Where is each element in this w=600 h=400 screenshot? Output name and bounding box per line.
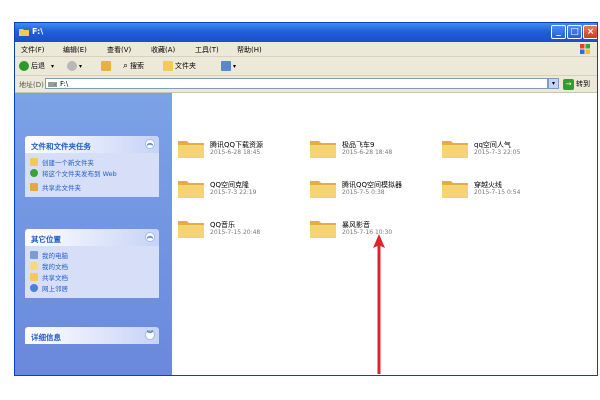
address-dropdown-button[interactable]: ▾ bbox=[548, 78, 559, 89]
folder-icon bbox=[310, 141, 336, 158]
toolbar: 后退 ▾ ▾ ⌕ 搜索 文件夹 ▾ bbox=[15, 57, 597, 76]
annotation-arrow bbox=[373, 234, 385, 374]
details-panel: 详细信息 ︾ bbox=[25, 327, 159, 344]
up-folder-button[interactable] bbox=[101, 60, 113, 72]
back-button[interactable]: 后退 ▾ bbox=[19, 60, 54, 72]
task-share-folder[interactable]: 共享此文件夹 bbox=[25, 182, 159, 193]
menu-edit[interactable]: 编辑(E) bbox=[63, 45, 87, 55]
back-arrow-icon bbox=[19, 61, 29, 71]
folder-icon bbox=[19, 29, 29, 36]
folder-item[interactable]: QQ音乐 2015-7-15 20:48 bbox=[177, 213, 307, 243]
menu-bar: 文件(F) 编辑(E) 查看(V) 收藏(A) 工具(T) 帮助(H) bbox=[15, 42, 597, 57]
folder-icon bbox=[442, 141, 468, 158]
menu-view[interactable]: 查看(V) bbox=[107, 45, 131, 55]
address-bar: 地址(D) F:\ ▾ → 转到 bbox=[15, 76, 597, 93]
collapse-icon[interactable]: ︽ bbox=[145, 232, 155, 242]
publish-web-icon bbox=[30, 169, 38, 177]
folder-item[interactable]: 腾讯QQ下载资源 2015-6-28 18:45 bbox=[177, 133, 307, 163]
folder-icon bbox=[178, 221, 204, 238]
search-icon: ⌕ bbox=[123, 61, 129, 71]
menu-tools[interactable]: 工具(T) bbox=[195, 45, 219, 55]
address-value: F:\ bbox=[60, 80, 69, 88]
new-folder-icon bbox=[30, 158, 38, 166]
menu-file[interactable]: 文件(F) bbox=[21, 45, 45, 55]
drive-icon bbox=[48, 82, 57, 87]
place-my-computer[interactable]: 我的电脑 bbox=[25, 250, 159, 261]
forward-button[interactable]: ▾ bbox=[67, 60, 82, 72]
views-button[interactable]: ▾ bbox=[221, 60, 236, 72]
folder-icon bbox=[178, 181, 204, 198]
folders-icon bbox=[163, 61, 173, 71]
place-network[interactable]: 网上邻居 bbox=[25, 283, 159, 294]
explorer-window: F:\ _ □ × 文件(F) 编辑(E) 查看(V) 收藏(A) 工具(T) … bbox=[14, 22, 598, 376]
documents-icon bbox=[30, 262, 38, 270]
menu-help[interactable]: 帮助(H) bbox=[237, 45, 262, 55]
window-title: F:\ bbox=[32, 27, 44, 36]
folder-item[interactable]: qq空间人气 2015-7-3 22:05 bbox=[441, 133, 571, 163]
folder-item[interactable]: 腾讯QQ空间模拟器 2015-7-5 0:38 bbox=[309, 173, 439, 203]
folder-icon bbox=[310, 181, 336, 198]
folder-item[interactable]: 穿越火线 2015-7-15 0:54 bbox=[441, 173, 571, 203]
share-folder-icon bbox=[30, 183, 38, 191]
computer-icon bbox=[30, 251, 38, 259]
folder-icon bbox=[310, 221, 336, 238]
views-icon bbox=[221, 61, 231, 71]
maximize-button[interactable]: □ bbox=[567, 25, 582, 39]
folder-item[interactable]: 极品飞车9 2015-6-28 18:48 bbox=[309, 133, 439, 163]
folder-item[interactable]: QQ空间克隆 2015-7-3 22:19 bbox=[177, 173, 307, 203]
title-bar[interactable]: F:\ _ □ × bbox=[15, 23, 597, 42]
close-button[interactable]: × bbox=[583, 25, 597, 39]
folder-icon bbox=[178, 141, 204, 158]
search-button[interactable]: ⌕ 搜索 bbox=[123, 60, 144, 72]
minimize-button[interactable]: _ bbox=[551, 25, 566, 39]
address-input[interactable]: F:\ bbox=[45, 78, 548, 89]
views-dropdown-icon: ▾ bbox=[233, 62, 237, 70]
expand-icon[interactable]: ︾ bbox=[145, 330, 155, 340]
network-icon bbox=[30, 284, 38, 292]
place-shared-documents[interactable]: 共享文档 bbox=[25, 272, 159, 283]
collapse-icon[interactable]: ︽ bbox=[145, 139, 155, 149]
tasks-panel-header[interactable]: 文件和文件夹任务 ︽ bbox=[25, 136, 159, 153]
forward-dropdown-icon: ▾ bbox=[79, 62, 83, 70]
folder-icon bbox=[442, 181, 468, 198]
windows-logo-icon bbox=[580, 44, 590, 54]
places-panel-header[interactable]: 其它位置 ︽ bbox=[25, 229, 159, 246]
folders-button[interactable]: 文件夹 bbox=[163, 60, 196, 72]
tasks-panel: 文件和文件夹任务 ︽ 创建一个新文件夹 将这个文件夹发布到 Web 共享此文件夹 bbox=[25, 136, 159, 197]
up-folder-icon bbox=[101, 61, 111, 71]
task-publish-web[interactable]: 将这个文件夹发布到 Web bbox=[25, 168, 159, 179]
back-dropdown-icon[interactable]: ▾ bbox=[51, 63, 54, 70]
go-arrow-icon: → bbox=[563, 78, 574, 90]
forward-arrow-icon bbox=[67, 61, 77, 71]
go-button[interactable]: → 转到 bbox=[563, 78, 590, 90]
menu-favorites[interactable]: 收藏(A) bbox=[151, 45, 175, 55]
details-panel-header[interactable]: 详细信息 ︾ bbox=[25, 327, 159, 344]
places-panel: 其它位置 ︽ 我的电脑 我的文档 共享文档 网上邻居 bbox=[25, 229, 159, 298]
task-new-folder[interactable]: 创建一个新文件夹 bbox=[25, 157, 159, 168]
task-pane: 文件和文件夹任务 ︽ 创建一个新文件夹 将这个文件夹发布到 Web 共享此文件夹 bbox=[15, 93, 172, 375]
place-my-documents[interactable]: 我的文档 bbox=[25, 261, 159, 272]
shared-folder-icon bbox=[30, 273, 38, 281]
address-label: 地址(D) bbox=[19, 81, 44, 89]
